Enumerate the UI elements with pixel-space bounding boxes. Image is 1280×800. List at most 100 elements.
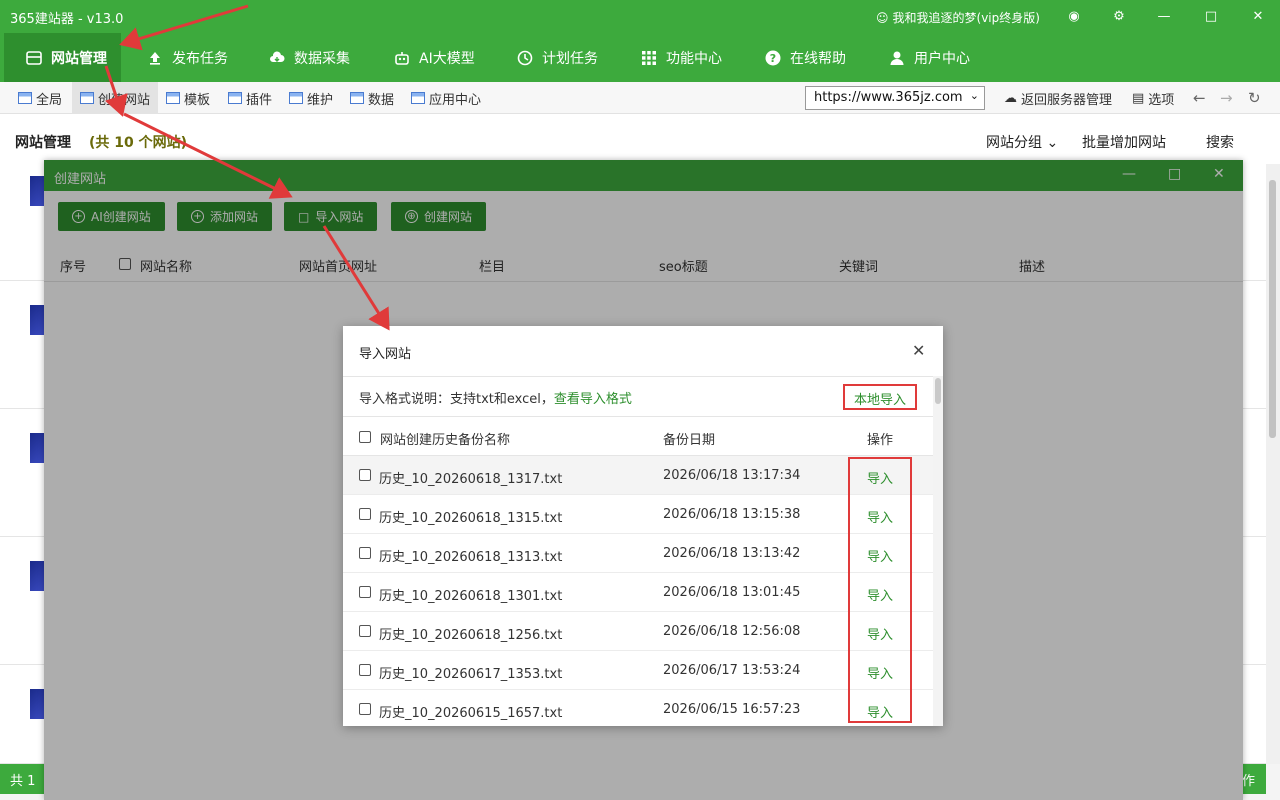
main-scrollbar[interactable] — [1266, 164, 1280, 764]
col-backup-name: 网站创建历史备份名称 — [380, 433, 511, 448]
grid-icon — [642, 50, 656, 65]
divider — [343, 376, 943, 377]
row-checkbox[interactable] — [359, 469, 371, 481]
row-checkbox[interactable] — [359, 625, 371, 637]
table-row[interactable]: 历史_10_20260618_1256.txt 2026/06/18 12:56… — [343, 612, 933, 651]
backup-date: 2026/06/18 13:17:34 — [663, 468, 801, 483]
subnav-app-center[interactable]: 应用中心 — [411, 82, 481, 114]
backup-name: 历史_10_20260615_1657.txt — [379, 706, 563, 721]
nav-help[interactable]: ? 在线帮助 — [765, 33, 846, 82]
robot-icon — [395, 51, 409, 65]
backup-date: 2026/06/18 13:13:42 — [663, 546, 801, 561]
user-icon: ☺ — [876, 10, 889, 25]
user-icon — [890, 51, 904, 65]
panel-icon — [411, 92, 425, 104]
checkbox[interactable] — [359, 430, 371, 443]
site-thumbnail — [30, 689, 44, 719]
title-bar: 365建站器 - v13.0 ☺ 我和我追逐的梦(vip终身版) ◉ ⚙ — □… — [0, 0, 1280, 33]
table-row[interactable]: 历史_10_20260618_1313.txt 2026/06/18 13:13… — [343, 534, 933, 573]
back-arrow-icon[interactable]: ← — [1193, 82, 1206, 114]
operation-highlight-box — [848, 457, 912, 723]
subnav-data[interactable]: 数据 — [350, 82, 394, 114]
close-icon[interactable]: ✕ — [1250, 8, 1266, 24]
site-thumbnail — [30, 433, 44, 463]
nav-user-center[interactable]: 用户中心 — [889, 33, 970, 82]
backup-name: 历史_10_20260618_1301.txt — [379, 589, 563, 604]
row-checkbox[interactable] — [359, 586, 371, 598]
nav-features[interactable]: 功能中心 — [641, 33, 722, 82]
search-button[interactable]: 搜索 — [1206, 132, 1234, 152]
url-value: https://www.365jz.com — [814, 90, 963, 105]
subnav-create-site[interactable]: 创建网站 — [72, 82, 159, 114]
chevron-down-icon: ⌄ — [1046, 135, 1059, 151]
view-format-link[interactable]: 查看导入格式 — [554, 392, 632, 407]
page-title: 网站管理 — [15, 135, 71, 151]
nav-publish[interactable]: 发布任务 — [147, 33, 228, 82]
backup-date: 2026/06/17 13:53:24 — [663, 663, 801, 678]
panel-icon — [350, 92, 364, 104]
import-dialog: 导入网站 ✕ 导入格式说明：支持txt和excel，查看导入格式 本地导入 网站… — [343, 326, 943, 726]
import-format-info: 导入格式说明：支持txt和excel，查看导入格式 — [359, 392, 632, 407]
scrollbar-thumb[interactable] — [935, 378, 941, 404]
row-checkbox[interactable] — [359, 664, 371, 676]
site-thumbnail — [30, 305, 44, 335]
row-checkbox[interactable] — [359, 703, 371, 715]
backup-name: 历史_10_20260618_1317.txt — [379, 472, 563, 487]
backup-date: 2026/06/18 12:56:08 — [663, 624, 801, 639]
site-count: (共 10 个网站) — [89, 135, 188, 151]
panel-icon — [228, 92, 242, 104]
nav-ai[interactable]: AI大模型 — [394, 33, 475, 82]
site-thumbnail — [30, 176, 44, 206]
panel-icon — [80, 92, 94, 104]
maximize-icon[interactable]: □ — [1203, 8, 1219, 24]
upload-icon — [150, 51, 160, 65]
panel-icon — [166, 92, 180, 104]
help-icon: ? — [765, 50, 781, 65]
refresh-icon[interactable]: ↻ — [1248, 82, 1261, 114]
skin-icon[interactable]: ◉ — [1066, 8, 1082, 24]
subnav-global[interactable]: 全局 — [18, 82, 62, 114]
table-row[interactable]: 历史_10_20260618_1317.txt 2026/06/18 13:17… — [343, 456, 933, 495]
nav-website-manage[interactable]: 网站管理 — [4, 33, 121, 82]
chevron-down-icon: ⌄ — [969, 89, 979, 102]
site-group-dropdown[interactable]: 网站分组 ⌄ — [986, 132, 1058, 152]
backup-name: 历史_10_20260617_1353.txt — [379, 667, 563, 682]
user-info[interactable]: ☺ 我和我追逐的梦(vip终身版) — [876, 9, 1040, 26]
local-import-button[interactable]: 本地导入 — [843, 384, 917, 410]
col-operation: 操作 — [867, 433, 894, 448]
panel-icon — [18, 92, 32, 104]
import-table-header: 网站创建历史备份名称 备份日期 操作 — [343, 416, 933, 456]
main-nav: 网站管理 发布任务 数据采集 AI大模型 计划任务 功能中心 ? 在线帮助 用户… — [0, 33, 1280, 82]
table-row[interactable]: 历史_10_20260618_1315.txt 2026/06/18 13:15… — [343, 495, 933, 534]
panel-icon — [289, 92, 303, 104]
row-checkbox[interactable] — [359, 547, 371, 559]
subnav-maintain[interactable]: 维护 — [289, 82, 333, 114]
footer-count: 共 1 — [0, 764, 44, 794]
nav-collect[interactable]: 数据采集 — [269, 33, 350, 82]
table-row[interactable]: 历史_10_20260615_1657.txt 2026/06/15 16:57… — [343, 690, 933, 726]
forward-arrow-icon[interactable]: → — [1220, 82, 1233, 114]
settings-icon[interactable]: ⚙ — [1111, 8, 1127, 24]
dialog-title: 导入网站 — [359, 347, 412, 362]
footer-action[interactable]: 作 — [1242, 764, 1266, 794]
select-all-checkbox[interactable] — [359, 429, 371, 444]
table-row[interactable]: 历史_10_20260617_1353.txt 2026/06/17 13:53… — [343, 651, 933, 690]
table-row[interactable]: 历史_10_20260618_1301.txt 2026/06/18 13:01… — [343, 573, 933, 612]
site-thumbnail — [30, 561, 44, 591]
row-checkbox[interactable] — [359, 508, 371, 520]
options-button[interactable]: ▤ 选项 — [1132, 82, 1174, 114]
cloud-icon: ☁ — [1004, 90, 1017, 106]
subnav-template[interactable]: 模板 — [166, 82, 210, 114]
subnav-plugin[interactable]: 插件 — [228, 82, 272, 114]
back-server-button[interactable]: ☁ 返回服务器管理 — [1004, 82, 1112, 114]
scrollbar-thumb[interactable] — [1269, 180, 1276, 438]
url-select[interactable]: https://www.365jz.com ⌄ — [805, 86, 985, 110]
close-icon[interactable]: ✕ — [912, 341, 925, 360]
minimize-icon[interactable]: — — [1156, 8, 1172, 24]
page-header: 网站管理 (共 10 个网站) 网站分组 ⌄ 批量增加网站 搜索 — [0, 114, 1280, 164]
dialog-scrollbar[interactable] — [933, 376, 943, 726]
nav-schedule[interactable]: 计划任务 — [517, 33, 598, 82]
cloud-download-icon — [270, 50, 285, 62]
batch-add-button[interactable]: 批量增加网站 — [1082, 132, 1166, 152]
col-backup-date: 备份日期 — [663, 433, 716, 448]
